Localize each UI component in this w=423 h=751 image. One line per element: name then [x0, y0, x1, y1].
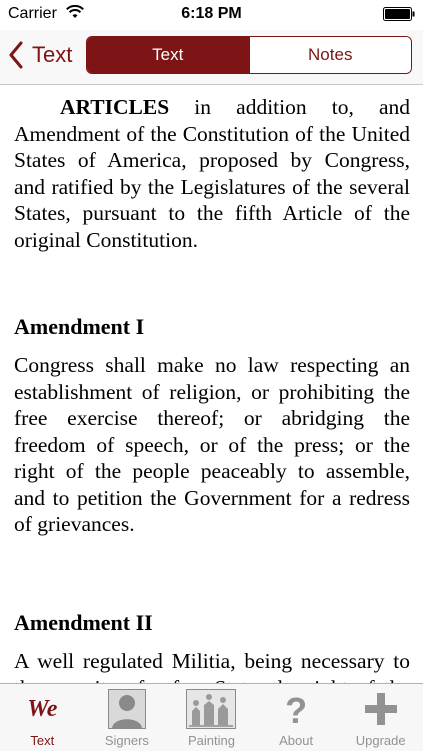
tab-text[interactable]: We Text — [0, 684, 85, 751]
amendment-body: Congress shall make no law respecting an… — [14, 353, 410, 536]
tab-painting[interactable]: Painting — [169, 684, 254, 751]
plus-icon — [364, 693, 397, 725]
tab-upgrade[interactable]: Upgrade — [338, 684, 423, 751]
tab-label: Upgrade — [355, 733, 406, 748]
tab-signers[interactable]: Signers — [85, 684, 170, 751]
preamble-paragraph: ARTICLES in addition to, and Amendment o… — [14, 94, 410, 253]
tab-bar: We Text Signers Painting ? About Upgrade — [0, 683, 423, 751]
navigation-bar: Text Text Notes — [0, 30, 423, 85]
preamble-lead: ARTICLES — [60, 95, 170, 119]
tab-label: Text — [30, 733, 55, 748]
back-button-label: Text — [32, 42, 73, 67]
battery-icon — [383, 7, 415, 21]
back-button[interactable]: Text — [8, 38, 72, 72]
amendment-body: A well regulated Militia, being necessar… — [14, 649, 410, 683]
painting-icon — [186, 689, 237, 729]
status-time: 6:18 PM — [181, 5, 242, 22]
tab-label: Signers — [104, 733, 149, 748]
tab-label: Painting — [187, 733, 235, 748]
chevron-left-icon — [9, 41, 23, 69]
amendment-heading: Amendment I — [14, 314, 145, 339]
question-mark-icon: ? — [285, 690, 308, 731]
view-segmented-control: Text Notes — [86, 36, 412, 74]
segment-notes[interactable]: Notes — [248, 37, 411, 73]
signers-icon — [107, 689, 146, 729]
amendment-heading: Amendment II — [14, 610, 153, 635]
we-icon: We — [27, 696, 58, 722]
document-text[interactable]: ARTICLES in addition to, and Amendment o… — [0, 85, 423, 683]
tab-about[interactable]: ? About — [254, 684, 339, 751]
tab-label: About — [279, 733, 314, 748]
segment-text[interactable]: Text — [87, 37, 249, 73]
status-bar: Carrier 6:18 PM — [0, 0, 423, 30]
